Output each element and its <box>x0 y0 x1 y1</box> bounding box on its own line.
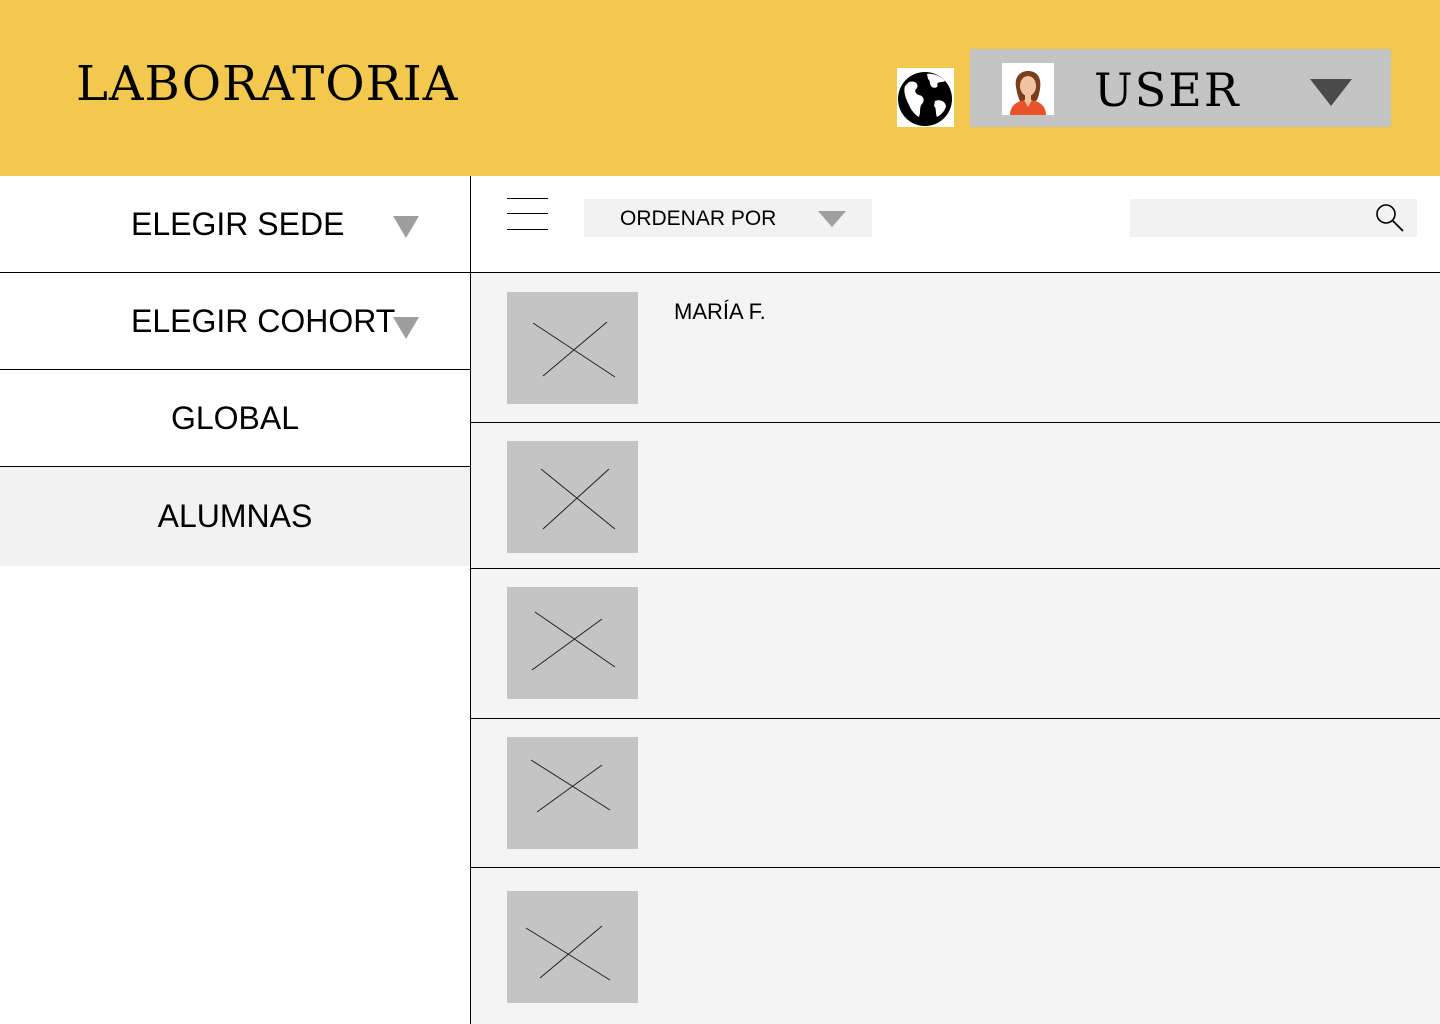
list-item[interactable]: MARÍA F. <box>471 273 1440 423</box>
sidebar-item-label: GLOBAL <box>170 399 300 436</box>
hamburger-icon[interactable] <box>507 198 548 230</box>
globe-icon[interactable] <box>897 68 954 127</box>
user-menu[interactable]: USER <box>970 49 1391 127</box>
sidebar-item-elegir-sede[interactable]: ELEGIR SEDE <box>0 176 470 273</box>
list-item[interactable] <box>471 719 1440 868</box>
app-header: LABORATORIA USER <box>0 0 1440 176</box>
chevron-down-icon[interactable] <box>818 211 846 227</box>
sidebar-item-label: ELEGIR COHORT <box>131 302 396 339</box>
image-placeholder-icon <box>507 441 638 553</box>
user-name-label: USER <box>1094 63 1241 117</box>
sidebar-item-elegir-cohort[interactable]: ELEGIR COHORT <box>0 273 470 370</box>
sort-label: ORDENAR POR <box>620 207 777 230</box>
list-item[interactable] <box>471 569 1440 719</box>
sidebar-item-global[interactable]: GLOBAL <box>0 370 470 467</box>
list-item[interactable] <box>471 868 1440 1024</box>
brand-logo[interactable]: LABORATORIA <box>76 56 458 112</box>
image-placeholder-icon <box>507 891 638 1003</box>
search-input[interactable] <box>1130 199 1417 237</box>
avatar-woman-icon <box>1002 63 1054 115</box>
sidebar: ELEGIR SEDE ELEGIR COHORT GLOBAL ALUMNAS <box>0 176 470 1024</box>
sidebar-item-label: ALUMNAS <box>157 498 313 534</box>
student-name: MARÍA F. <box>674 299 766 324</box>
sidebar-item-alumnas[interactable]: ALUMNAS <box>0 467 470 566</box>
search-icon[interactable] <box>1374 202 1406 234</box>
caret-down-icon[interactable] <box>1310 79 1352 106</box>
sort-dropdown[interactable]: ORDENAR POR <box>584 199 872 237</box>
list-item[interactable] <box>471 423 1440 569</box>
chevron-down-icon[interactable] <box>393 317 419 339</box>
sidebar-item-label: ELEGIR SEDE <box>131 205 345 242</box>
image-placeholder-icon <box>507 587 638 699</box>
chevron-down-icon[interactable] <box>393 216 419 238</box>
image-placeholder-icon <box>507 737 638 849</box>
image-placeholder-icon <box>507 292 638 404</box>
